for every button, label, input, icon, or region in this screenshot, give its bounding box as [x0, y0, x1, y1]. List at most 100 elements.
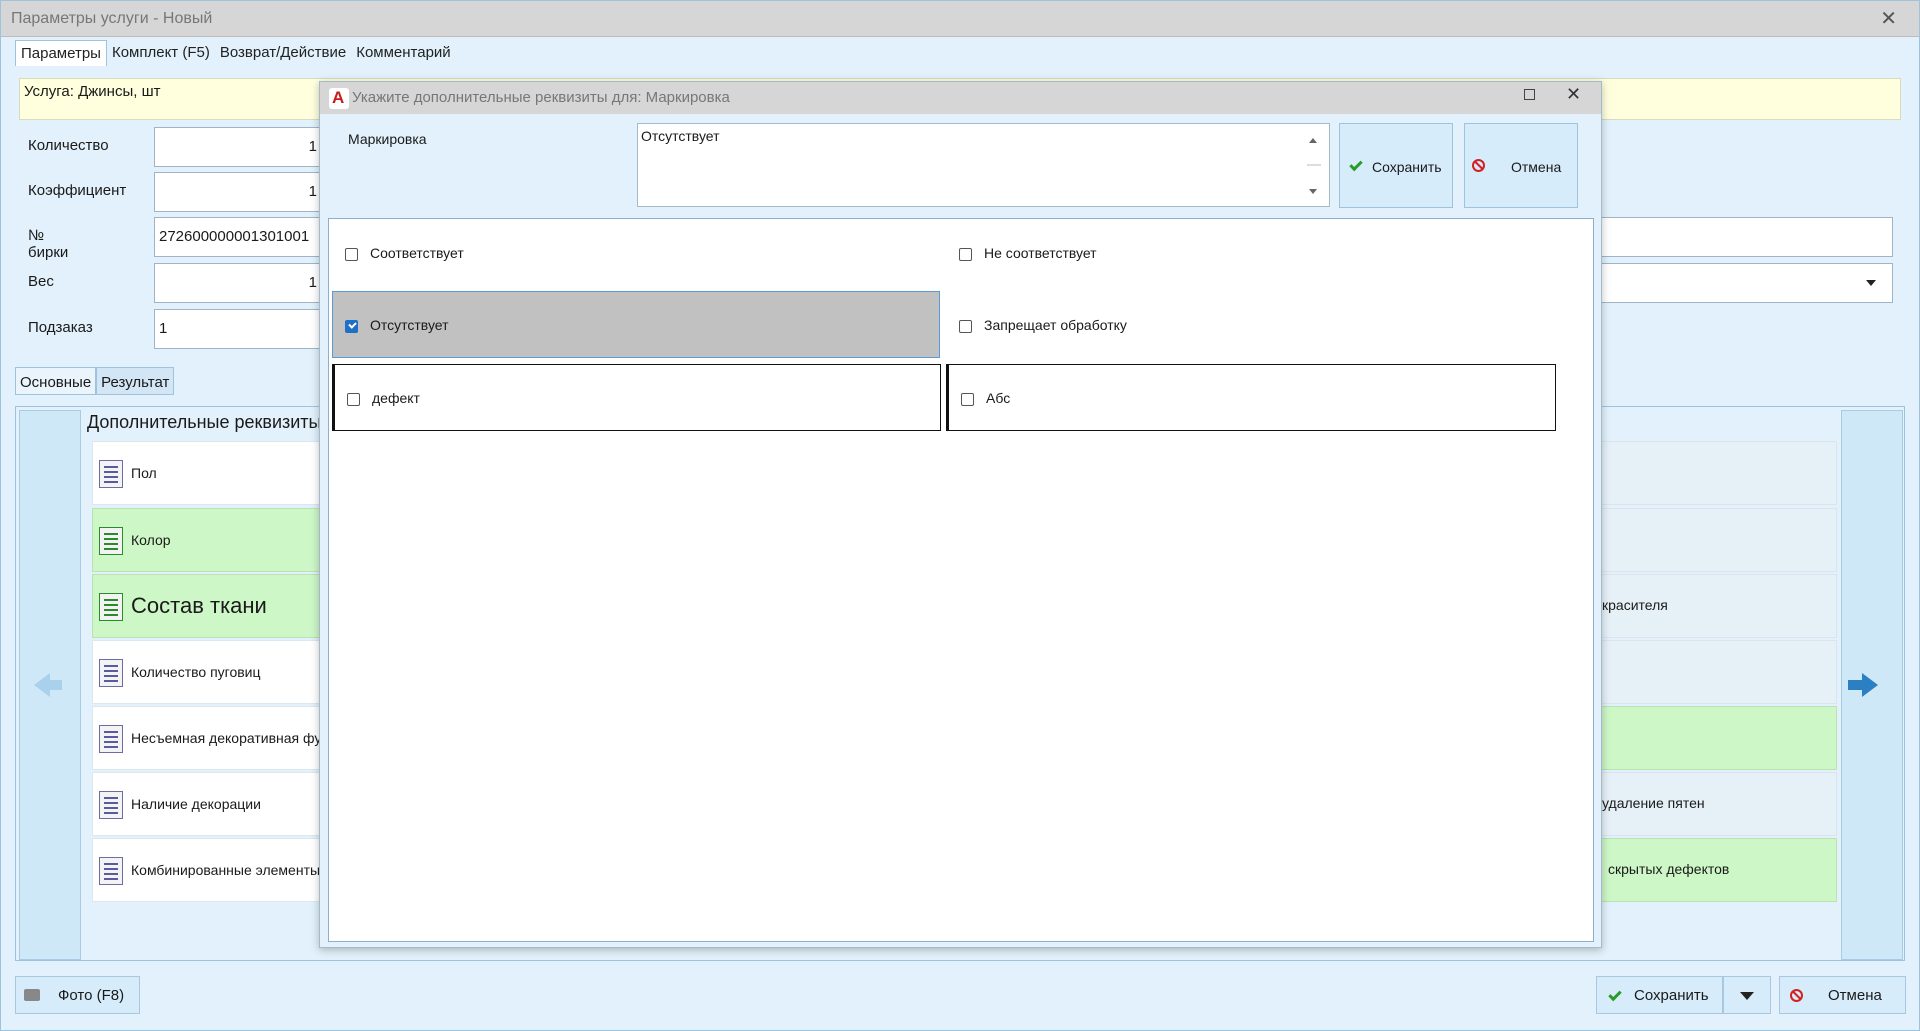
- right-attr-item[interactable]: красителя: [1601, 574, 1837, 638]
- list-icon: [99, 527, 123, 555]
- maximize-icon[interactable]: [1524, 89, 1535, 100]
- prev-page-button[interactable]: [19, 410, 81, 960]
- list-icon: [99, 857, 123, 885]
- tag-label: № бирки: [28, 227, 69, 261]
- cancel-button-label: Отмена: [1828, 987, 1882, 1004]
- attr-item-label: Пол: [131, 465, 157, 481]
- tab-comment[interactable]: Комментарий: [351, 40, 455, 66]
- suborder-field[interactable]: 1: [154, 309, 322, 349]
- check-icon: [1608, 987, 1622, 1002]
- marking-label: Маркировка: [348, 131, 427, 147]
- quantity-field[interactable]: 1: [154, 127, 322, 167]
- option-matches[interactable]: Соответствует: [333, 220, 943, 287]
- dialog-save-label: Сохранить: [1372, 159, 1442, 175]
- right-attr-item[interactable]: удаление пятен: [1601, 772, 1837, 836]
- subtab-result[interactable]: Результат: [96, 367, 175, 395]
- dialog-cancel-label: Отмена: [1511, 159, 1562, 175]
- cancel-icon: [1790, 989, 1803, 1002]
- window-title: Параметры услуги - Новый: [11, 10, 213, 27]
- attr-item-label: Колор: [131, 532, 171, 548]
- tab-return-action[interactable]: Возврат/Действие: [215, 40, 351, 66]
- save-button-label: Сохранить: [1634, 987, 1709, 1004]
- option-label: Соответствует: [370, 245, 464, 261]
- camera-icon: [24, 989, 40, 1001]
- option-absent[interactable]: Отсутствует: [332, 291, 940, 358]
- right-attr-label: удаление пятен: [1602, 795, 1705, 811]
- check-icon: [1349, 157, 1363, 172]
- cancel-button[interactable]: Отмена: [1779, 976, 1906, 1014]
- right-attr-item[interactable]: скрытых дефектов: [1601, 838, 1837, 902]
- option-label: Не соответствует: [984, 245, 1097, 261]
- cancel-icon: [1472, 159, 1485, 172]
- tab-kit[interactable]: Комплект (F5): [107, 40, 215, 66]
- attr-item-combined[interactable]: Комбинированные элементы: [92, 838, 332, 902]
- photo-button[interactable]: Фото (F8): [15, 976, 140, 1014]
- subtab-main[interactable]: Основные: [15, 367, 97, 395]
- close-icon[interactable]: ✕: [1566, 84, 1581, 105]
- scroll-thumb[interactable]: [1307, 164, 1321, 166]
- attributes-dialog: Укажите дополнительные реквизиты для: Ма…: [319, 81, 1602, 948]
- scroll-down-icon[interactable]: [1309, 189, 1317, 194]
- list-icon: [99, 593, 123, 621]
- attr-item-label: Количество пуговиц: [131, 664, 261, 680]
- right-attr-item[interactable]: [1601, 640, 1837, 704]
- dialog-save-button[interactable]: Сохранить: [1339, 123, 1453, 208]
- right-arrow-icon: [1848, 673, 1878, 697]
- scroll-up-icon[interactable]: [1309, 138, 1317, 143]
- right-text-field[interactable]: [1599, 217, 1893, 257]
- attr-item-label: Состав ткани: [131, 593, 267, 618]
- checkbox[interactable]: [347, 393, 360, 406]
- list-icon: [99, 791, 123, 819]
- dropdown-arrow-icon: [1866, 280, 1876, 286]
- list-icon: [99, 460, 123, 488]
- checkbox[interactable]: [345, 248, 358, 261]
- checkbox[interactable]: [961, 393, 974, 406]
- attr-item-decoration[interactable]: Наличие декорации: [92, 772, 332, 836]
- main-tabs: Параметры Комплект (F5) Возврат/Действие…: [15, 40, 456, 66]
- dialog-title-bar: Укажите дополнительные реквизиты для: Ма…: [320, 82, 1601, 114]
- marking-value: Отсутствует: [641, 128, 720, 144]
- app-logo-icon: [329, 88, 349, 109]
- list-icon: [99, 659, 123, 687]
- close-icon[interactable]: ✕: [1880, 6, 1897, 31]
- save-options-dropdown[interactable]: [1723, 976, 1771, 1014]
- right-dropdown[interactable]: [1599, 263, 1893, 303]
- attr-item-buttons-count[interactable]: Количество пуговиц: [92, 640, 332, 704]
- title-bar: Параметры услуги - Новый ✕: [1, 1, 1919, 37]
- attr-item-label: Комбинированные элементы: [131, 862, 321, 878]
- right-attr-item[interactable]: [1601, 441, 1837, 505]
- checkbox-checked[interactable]: [345, 320, 358, 333]
- option-defect[interactable]: дефект: [332, 364, 941, 431]
- suborder-label: Подзаказ: [28, 319, 93, 336]
- tag-field[interactable]: 272600000001301001: [154, 217, 322, 257]
- option-prohibits-processing[interactable]: Запрещает обработку: [947, 292, 1557, 359]
- right-attr-item[interactable]: [1601, 508, 1837, 572]
- right-attr-label: красителя: [1602, 597, 1668, 613]
- chevron-down-icon: [1740, 992, 1754, 1000]
- checkbox[interactable]: [959, 248, 972, 261]
- attr-item-color[interactable]: Колор: [92, 508, 332, 572]
- checkbox[interactable]: [959, 320, 972, 333]
- quantity-label: Количество: [28, 137, 109, 154]
- weight-label: Вес: [28, 273, 54, 290]
- additional-attributes-title: Дополнительные реквизиты: [87, 412, 322, 432]
- sub-tabs: Основные Результат: [15, 367, 175, 395]
- weight-field[interactable]: 1: [154, 263, 322, 303]
- option-label: дефект: [372, 390, 420, 406]
- option-not-matches[interactable]: Не соответствует: [947, 220, 1557, 287]
- attr-item-fabric[interactable]: Состав ткани: [92, 574, 332, 638]
- option-abs[interactable]: Абс: [946, 364, 1556, 431]
- dialog-cancel-button[interactable]: Отмена: [1464, 123, 1578, 208]
- options-area: Соответствует Не соответствует Отсутству…: [328, 218, 1594, 942]
- tab-parameters[interactable]: Параметры: [15, 40, 107, 66]
- next-page-button[interactable]: [1841, 410, 1903, 960]
- attr-item-gender[interactable]: Пол: [92, 441, 332, 505]
- main-window: Параметры услуги - Новый ✕ Параметры Ком…: [0, 0, 1920, 1031]
- attr-item-fittings[interactable]: Несъемная декоративная фурнитура: [92, 706, 374, 770]
- coefficient-field[interactable]: 1: [154, 172, 322, 212]
- marking-input[interactable]: Отсутствует: [637, 123, 1330, 207]
- service-label: Услуга: Джинсы, шт: [24, 83, 161, 100]
- save-button[interactable]: Сохранить: [1596, 976, 1723, 1014]
- right-attr-item[interactable]: [1601, 706, 1837, 770]
- attr-item-label: Наличие декорации: [131, 796, 261, 812]
